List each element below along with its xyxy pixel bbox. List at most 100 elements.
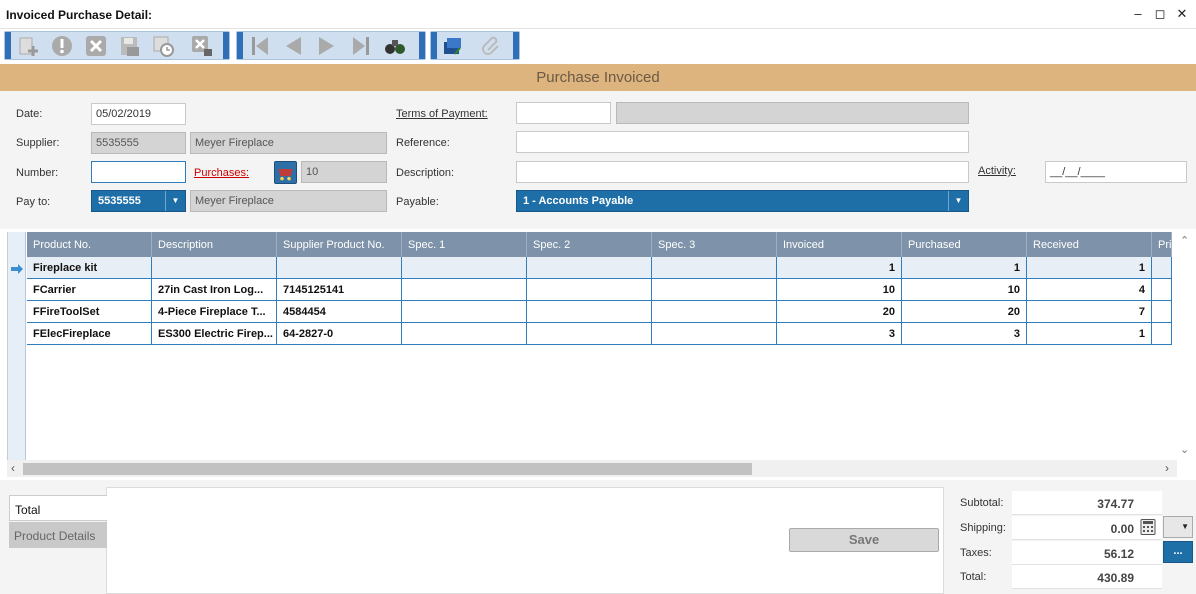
cell-description[interactable] bbox=[152, 257, 277, 278]
scroll-right-icon[interactable]: › bbox=[1165, 461, 1169, 475]
scrollbar-thumb[interactable] bbox=[23, 463, 752, 475]
activity-date-field[interactable]: __/__/____ bbox=[1045, 161, 1187, 183]
description-field[interactable] bbox=[516, 161, 969, 183]
minimize-button[interactable]: – bbox=[1130, 6, 1146, 22]
cell-spec1[interactable] bbox=[402, 279, 527, 300]
cell-product[interactable]: FFireToolSet bbox=[27, 301, 152, 322]
col-header-purchased[interactable]: Purchased bbox=[902, 232, 1027, 257]
cell-spec1[interactable] bbox=[402, 257, 527, 278]
col-header-invoiced[interactable]: Invoiced bbox=[777, 232, 902, 257]
cell-received[interactable]: 4 bbox=[1027, 279, 1152, 300]
last-icon[interactable] bbox=[347, 33, 375, 59]
next-icon[interactable] bbox=[313, 33, 341, 59]
cell-invoiced[interactable]: 10 bbox=[777, 279, 902, 300]
cell-spec3[interactable] bbox=[652, 323, 777, 344]
cell-spec1[interactable] bbox=[402, 323, 527, 344]
col-header-price[interactable]: Price bbox=[1152, 232, 1172, 257]
col-header-supplier-no[interactable]: Supplier Product No. bbox=[277, 232, 402, 257]
col-header-spec2[interactable]: Spec. 2 bbox=[527, 232, 652, 257]
cell-price[interactable] bbox=[1152, 323, 1172, 344]
cell-product[interactable]: FElecFireplace bbox=[27, 323, 152, 344]
purchases-link[interactable]: Purchases: bbox=[194, 167, 249, 179]
supplier-code-field[interactable]: 5535555 bbox=[91, 132, 186, 154]
cell-supplier-no[interactable]: 7145125141 bbox=[277, 279, 402, 300]
cell-received[interactable]: 1 bbox=[1027, 323, 1152, 344]
cell-purchased[interactable]: 3 bbox=[902, 323, 1027, 344]
cell-price[interactable] bbox=[1152, 257, 1172, 278]
table-row[interactable]: FElecFireplace ES300 Electric Firep... 6… bbox=[27, 323, 1172, 345]
table-row[interactable]: Fireplace kit 1 1 1 bbox=[27, 257, 1172, 279]
shipping-options-select[interactable]: ▼ bbox=[1163, 516, 1193, 538]
chevron-down-icon[interactable]: ▼ bbox=[1181, 522, 1189, 531]
table-row[interactable]: FFireToolSet 4-Piece Fireplace T... 4584… bbox=[27, 301, 1172, 323]
cell-received[interactable]: 7 bbox=[1027, 301, 1152, 322]
attachment-icon[interactable] bbox=[478, 33, 506, 59]
table-row[interactable]: FCarrier 27in Cast Iron Log... 714512514… bbox=[27, 279, 1172, 301]
purchases-lookup-button[interactable] bbox=[274, 161, 297, 184]
col-header-description[interactable]: Description bbox=[152, 232, 277, 257]
binoculars-icon[interactable] bbox=[381, 33, 409, 59]
toolbar-grip-end[interactable] bbox=[513, 32, 519, 59]
chevron-down-icon[interactable]: ▼ bbox=[948, 191, 968, 211]
scroll-left-icon[interactable]: ‹ bbox=[11, 461, 15, 475]
terms-field[interactable] bbox=[516, 102, 611, 124]
cell-product[interactable]: FCarrier bbox=[27, 279, 152, 300]
cell-description[interactable]: 4-Piece Fireplace T... bbox=[152, 301, 277, 322]
terms-of-payment-link[interactable]: Terms of Payment: bbox=[396, 108, 488, 120]
cell-purchased[interactable]: 10 bbox=[902, 279, 1027, 300]
delete-icon[interactable] bbox=[82, 33, 110, 59]
cell-spec2[interactable] bbox=[527, 323, 652, 344]
toolbar-grip-end[interactable] bbox=[223, 32, 229, 59]
cell-spec1[interactable] bbox=[402, 301, 527, 322]
calculator-icon[interactable] bbox=[1140, 519, 1156, 535]
cell-invoiced[interactable]: 1 bbox=[777, 257, 902, 278]
col-header-spec1[interactable]: Spec. 1 bbox=[402, 232, 527, 257]
toolbar-grip-end[interactable] bbox=[419, 32, 425, 59]
cell-supplier-no[interactable] bbox=[277, 257, 402, 278]
cell-purchased[interactable]: 20 bbox=[902, 301, 1027, 322]
cell-spec2[interactable] bbox=[527, 257, 652, 278]
cell-spec2[interactable] bbox=[527, 301, 652, 322]
cancel-lock-icon[interactable] bbox=[188, 33, 216, 59]
scroll-down-icon[interactable]: ⌄ bbox=[1180, 443, 1189, 456]
cell-product[interactable]: Fireplace kit bbox=[27, 257, 152, 278]
save-icon[interactable] bbox=[116, 33, 144, 59]
first-icon[interactable] bbox=[246, 33, 274, 59]
cell-supplier-no[interactable]: 4584454 bbox=[277, 301, 402, 322]
history-icon[interactable] bbox=[150, 33, 178, 59]
date-field[interactable]: 05/02/2019 bbox=[91, 103, 186, 125]
payto-select[interactable]: 5535555 ▼ bbox=[91, 190, 186, 212]
cell-supplier-no[interactable]: 64-2827-0 bbox=[277, 323, 402, 344]
payable-select[interactable]: 1 - Accounts Payable ▼ bbox=[516, 190, 969, 212]
col-header-received[interactable]: Received bbox=[1027, 232, 1152, 257]
close-button[interactable]: ✕ bbox=[1174, 6, 1190, 22]
chevron-down-icon[interactable]: ▼ bbox=[165, 191, 185, 211]
tab-total[interactable]: Total bbox=[9, 495, 107, 521]
print-stack-icon[interactable] bbox=[439, 33, 467, 59]
reference-field[interactable] bbox=[516, 131, 969, 153]
cell-received[interactable]: 1 bbox=[1027, 257, 1152, 278]
maximize-button[interactable]: ◻ bbox=[1152, 6, 1168, 22]
alert-icon[interactable] bbox=[48, 33, 76, 59]
col-header-spec3[interactable]: Spec. 3 bbox=[652, 232, 777, 257]
tab-product-details[interactable]: Product Details bbox=[9, 522, 107, 548]
cell-invoiced[interactable]: 20 bbox=[777, 301, 902, 322]
cell-spec2[interactable] bbox=[527, 279, 652, 300]
cell-description[interactable]: 27in Cast Iron Log... bbox=[152, 279, 277, 300]
cell-spec3[interactable] bbox=[652, 301, 777, 322]
cell-spec3[interactable] bbox=[652, 257, 777, 278]
cell-purchased[interactable]: 1 bbox=[902, 257, 1027, 278]
save-button[interactable]: Save bbox=[789, 528, 939, 552]
col-header-product[interactable]: Product No. bbox=[27, 232, 152, 257]
scroll-up-icon[interactable]: ⌃ bbox=[1180, 234, 1189, 247]
taxes-details-button[interactable]: ... bbox=[1163, 541, 1193, 563]
cell-price[interactable] bbox=[1152, 279, 1172, 300]
previous-icon[interactable] bbox=[279, 33, 307, 59]
cell-description[interactable]: ES300 Electric Firep... bbox=[152, 323, 277, 344]
cell-price[interactable] bbox=[1152, 301, 1172, 322]
activity-link[interactable]: Activity: bbox=[978, 165, 1016, 177]
cell-spec3[interactable] bbox=[652, 279, 777, 300]
new-icon[interactable] bbox=[15, 33, 43, 59]
horizontal-scrollbar[interactable]: ‹ › bbox=[7, 460, 1177, 477]
cell-invoiced[interactable]: 3 bbox=[777, 323, 902, 344]
